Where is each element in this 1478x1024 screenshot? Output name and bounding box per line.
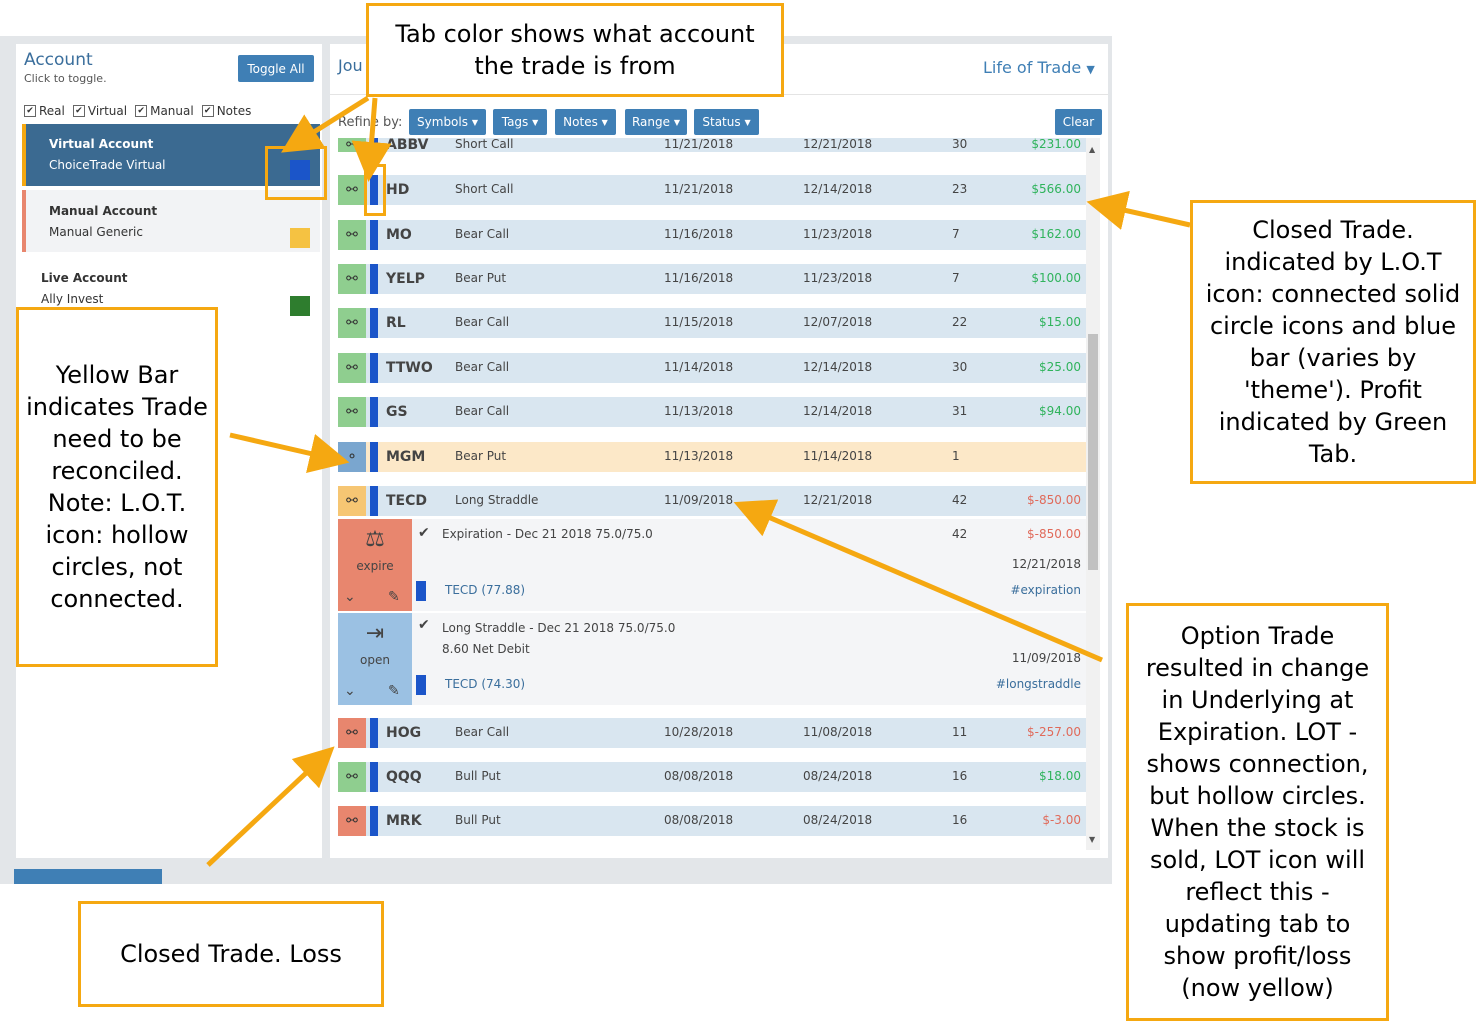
callout-tab-color: Tab color shows what account the trade i… bbox=[366, 3, 784, 97]
arrow-to-reconcile bbox=[229, 432, 350, 474]
callout-closed-loss: Closed Trade. Loss bbox=[78, 901, 384, 1007]
callout-yellow-bar: Yellow Bar indicates Trade need to be re… bbox=[16, 307, 218, 667]
arrow-to-closed-trade bbox=[1086, 190, 1191, 230]
arrow-to-option-trade bbox=[733, 499, 1103, 663]
callout-option-trade: Option Trade resulted in change in Under… bbox=[1126, 603, 1389, 1021]
arrow-to-bar bbox=[351, 97, 392, 182]
arrow-to-loss bbox=[206, 746, 335, 867]
callout-closed-trade: Closed Trade. indicated by L.O.T icon: c… bbox=[1190, 200, 1476, 484]
arrow-to-swatch bbox=[281, 95, 370, 153]
